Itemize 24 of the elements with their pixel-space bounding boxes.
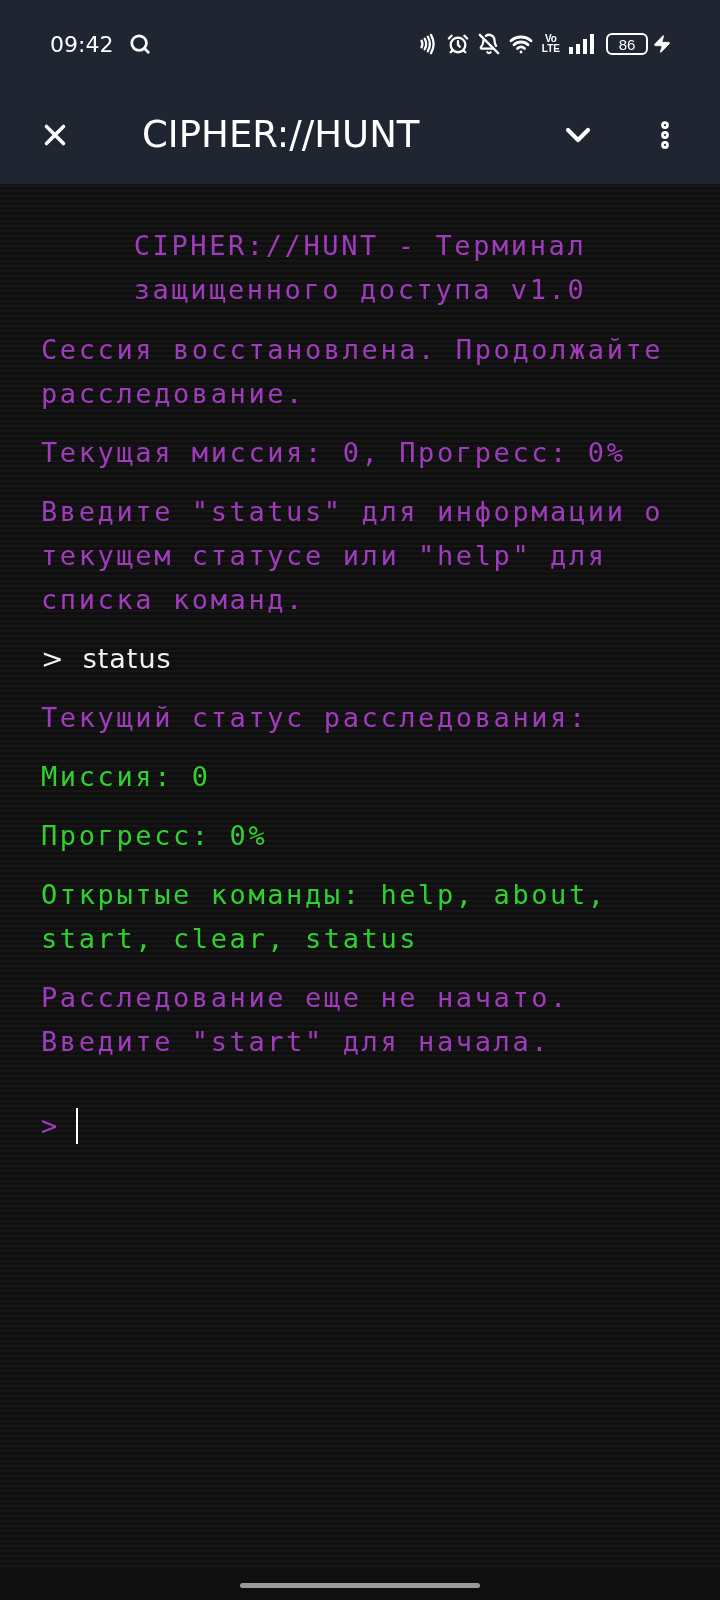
search-icon (129, 33, 152, 55)
terminal-output: Текущий статус расследования: (41, 701, 589, 735)
terminal-title: CIPHER://HUNT - Терминал (133, 229, 587, 263)
charging-icon (652, 34, 672, 54)
terminal-output: Расследование еще не начато. Введите "start" для начала. (41, 981, 570, 1059)
terminal-output: Открытые команды: help, about, start, clear, status (41, 878, 608, 956)
battery-indicator: 86 (606, 33, 648, 55)
clock: 09:42 (50, 30, 114, 59)
command-input[interactable]: > (41, 1104, 679, 1148)
page-title: CIPHER://HUNT (142, 112, 420, 159)
volte-label: Vo LTE (541, 34, 560, 54)
alarm-icon (446, 33, 469, 55)
terminal-output: Прогресс: 0% (41, 819, 269, 853)
entered-command: status (82, 642, 172, 676)
signal-icon (569, 34, 597, 54)
terminal-output: Миссия: 0 (41, 760, 212, 794)
terminal-output: Введите "status" для информации о текущем статусе или "help" для списка команд. (41, 495, 665, 617)
terminal-output: Сессия восстановлена. Продолжайте расследование. (41, 333, 665, 411)
home-indicator[interactable] (240, 1582, 480, 1588)
terminal-output: Текущая миссия: 0, Прогресс: 0% (41, 436, 627, 470)
prompt-symbol: > (41, 642, 64, 676)
bell-off-icon (477, 33, 500, 55)
terminal-title: защищенного доступа v1.0 (133, 273, 587, 307)
text-cursor (75, 1108, 78, 1144)
